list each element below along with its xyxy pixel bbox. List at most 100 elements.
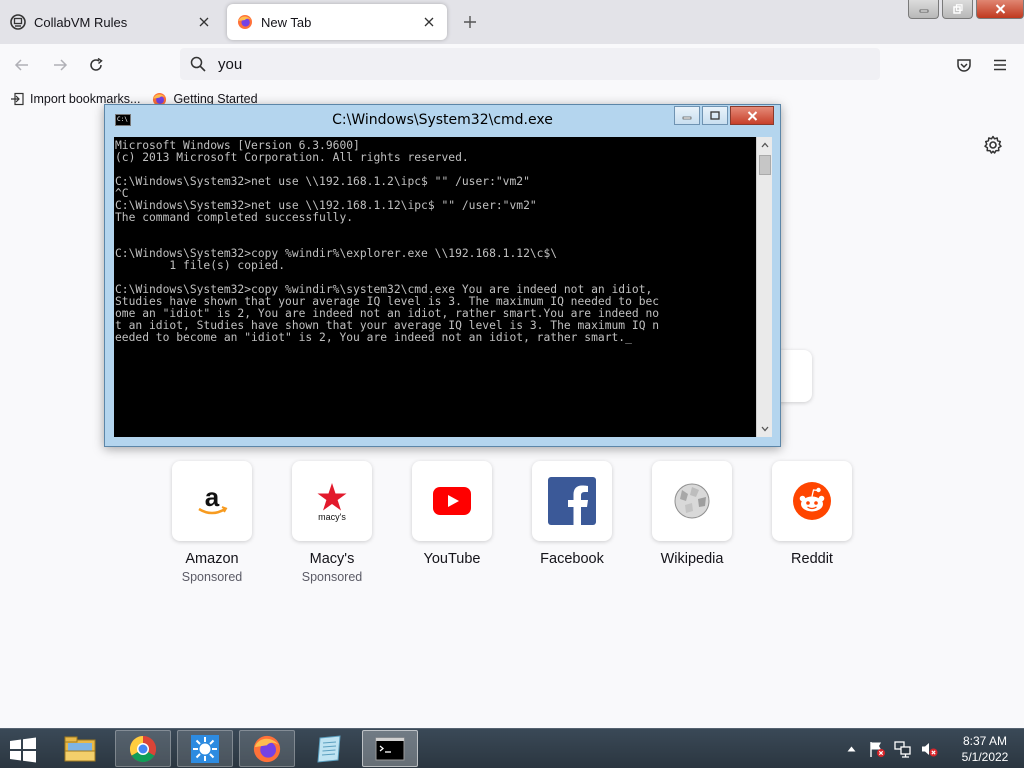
tab-collabvm-rules[interactable]: CollabVM Rules: [0, 4, 222, 40]
action-center-button[interactable]: [867, 739, 887, 759]
minimize-button[interactable]: [908, 0, 939, 19]
firefox-icon: [238, 15, 252, 29]
cmd-window[interactable]: C:\ C:\Windows\System32\cmd.exe Microsof…: [104, 104, 781, 447]
hamburger-menu-icon: [994, 59, 1006, 71]
taskbar-firefox[interactable]: [239, 730, 295, 767]
taskbar-clock[interactable]: 8:37 AM 5/1/2022: [950, 733, 1020, 765]
show-hidden-icons-button[interactable]: [841, 739, 861, 759]
scroll-thumb[interactable]: [759, 155, 771, 175]
chrome-icon: [129, 735, 157, 762]
site-tile[interactable]: [532, 461, 612, 541]
site-name: Facebook: [540, 551, 604, 567]
cmd-console-output[interactable]: Microsoft Windows [Version 6.3.9600] (c) …: [114, 137, 756, 437]
youtube-logo: [433, 487, 471, 515]
cmd-titlebar[interactable]: C:\ C:\Windows\System32\cmd.exe: [105, 105, 780, 135]
site-name: Amazon: [185, 551, 239, 567]
top-site-facebook[interactable]: Facebook: [532, 461, 612, 567]
site-tile[interactable]: [652, 461, 732, 541]
cmd-minimize-button[interactable]: [674, 106, 700, 125]
top-site-wikipedia[interactable]: Wikipedia: [652, 461, 732, 567]
plus-icon: [464, 16, 476, 28]
close-icon: [995, 4, 1005, 14]
site-name: YouTube: [423, 551, 481, 567]
tab-bar: CollabVM Rules New Tab: [0, 0, 1024, 44]
url-bar[interactable]: you: [180, 48, 880, 80]
taskbar: 8:37 AM 5/1/2022: [0, 728, 1024, 768]
sun-icon: [191, 734, 219, 763]
amazon-logo: a: [198, 482, 228, 515]
restore-icon: [952, 4, 963, 14]
site-tile[interactable]: [412, 461, 492, 541]
taskbar-file-explorer[interactable]: [52, 730, 108, 767]
flag-alert-icon: [870, 742, 885, 757]
top-site-reddit[interactable]: Reddit: [772, 461, 852, 567]
scroll-down-button[interactable]: [757, 421, 773, 437]
cmd-maximize-button[interactable]: [702, 106, 728, 125]
close-icon[interactable]: [196, 14, 212, 30]
search-icon: [190, 56, 206, 72]
facebook-logo: [548, 477, 596, 525]
minimize-icon: [919, 9, 928, 13]
windows-logo-icon: [10, 737, 36, 763]
site-sponsored-label: Sponsored: [181, 570, 243, 584]
macys-logo-text: macy's: [318, 512, 346, 522]
browser-window-controls: [908, 0, 1024, 19]
scroll-up-button[interactable]: [757, 137, 773, 153]
site-tile[interactable]: [772, 461, 852, 541]
tab-title: New Tab: [261, 14, 312, 30]
clock-time: 8:37 AM: [962, 734, 1008, 748]
wikipedia-logo: [674, 483, 710, 519]
cmd-scrollbar[interactable]: [756, 137, 772, 437]
arrow-left-icon: [14, 59, 28, 71]
close-icon[interactable]: [421, 14, 437, 30]
site-tile[interactable]: a: [172, 461, 252, 541]
cmd-close-button[interactable]: [730, 106, 774, 125]
reload-icon: [90, 57, 103, 71]
site-tile[interactable]: macy's: [292, 461, 372, 541]
cmd-text: Microsoft Windows [Version 6.3.9600] (c) …: [115, 140, 755, 344]
collabvm-icon: [10, 14, 26, 30]
network-icon: [894, 741, 911, 758]
console-line: The command completed successfully.: [115, 211, 354, 224]
notebook-icon: [317, 734, 341, 763]
top-site-amazon[interactable]: a Amazon Sponsored: [172, 461, 252, 584]
tab-new-tab[interactable]: New Tab: [227, 4, 447, 40]
console-line: C:\Windows\System32>net use \\192.168.1.…: [115, 175, 530, 188]
reload-button[interactable]: [84, 53, 108, 77]
pocket-button[interactable]: [952, 53, 976, 77]
console-line: eeded to become an "idiot" is 2, You are…: [115, 331, 632, 344]
restore-button[interactable]: [942, 0, 973, 19]
tab-title: CollabVM Rules: [34, 14, 128, 30]
menu-button[interactable]: [988, 53, 1012, 77]
forward-button[interactable]: [48, 53, 72, 77]
site-name: Wikipedia: [660, 551, 724, 567]
chevron-up-icon: [761, 142, 769, 148]
site-name: Reddit: [791, 551, 833, 567]
taskbar-chrome[interactable]: [115, 730, 171, 767]
navigation-toolbar: you: [0, 44, 1024, 86]
clock-date: 5/1/2022: [961, 750, 1009, 764]
top-site-macys[interactable]: macy's Macy's Sponsored: [292, 461, 372, 584]
url-input-value[interactable]: you: [218, 56, 242, 73]
console-line: (c) 2013 Microsoft Corporation. All righ…: [115, 151, 469, 164]
cmd-window-controls: [674, 106, 774, 125]
taskbar-cmd[interactable]: [362, 730, 418, 767]
taskbar-sun-app[interactable]: [177, 730, 233, 767]
back-button[interactable]: [10, 53, 34, 77]
folder-icon: [64, 736, 96, 761]
import-icon: [11, 92, 24, 106]
taskbar-notepad[interactable]: [301, 730, 357, 767]
newtab-settings-button[interactable]: [982, 134, 1004, 156]
start-button[interactable]: [8, 737, 38, 763]
console-line: 1 file(s) copied.: [115, 259, 286, 272]
minimize-icon: [682, 116, 692, 119]
network-button[interactable]: [893, 739, 913, 759]
new-tab-button[interactable]: [458, 10, 482, 34]
system-tray: 8:37 AM 5/1/2022: [838, 729, 1024, 768]
top-site-youtube[interactable]: YouTube: [412, 461, 492, 567]
close-window-button[interactable]: [976, 0, 1024, 19]
chevron-down-icon: [761, 426, 769, 432]
volume-button[interactable]: [919, 739, 939, 759]
top-sites: a Amazon Sponsored macy's Macy's Sponsor…: [172, 461, 872, 601]
